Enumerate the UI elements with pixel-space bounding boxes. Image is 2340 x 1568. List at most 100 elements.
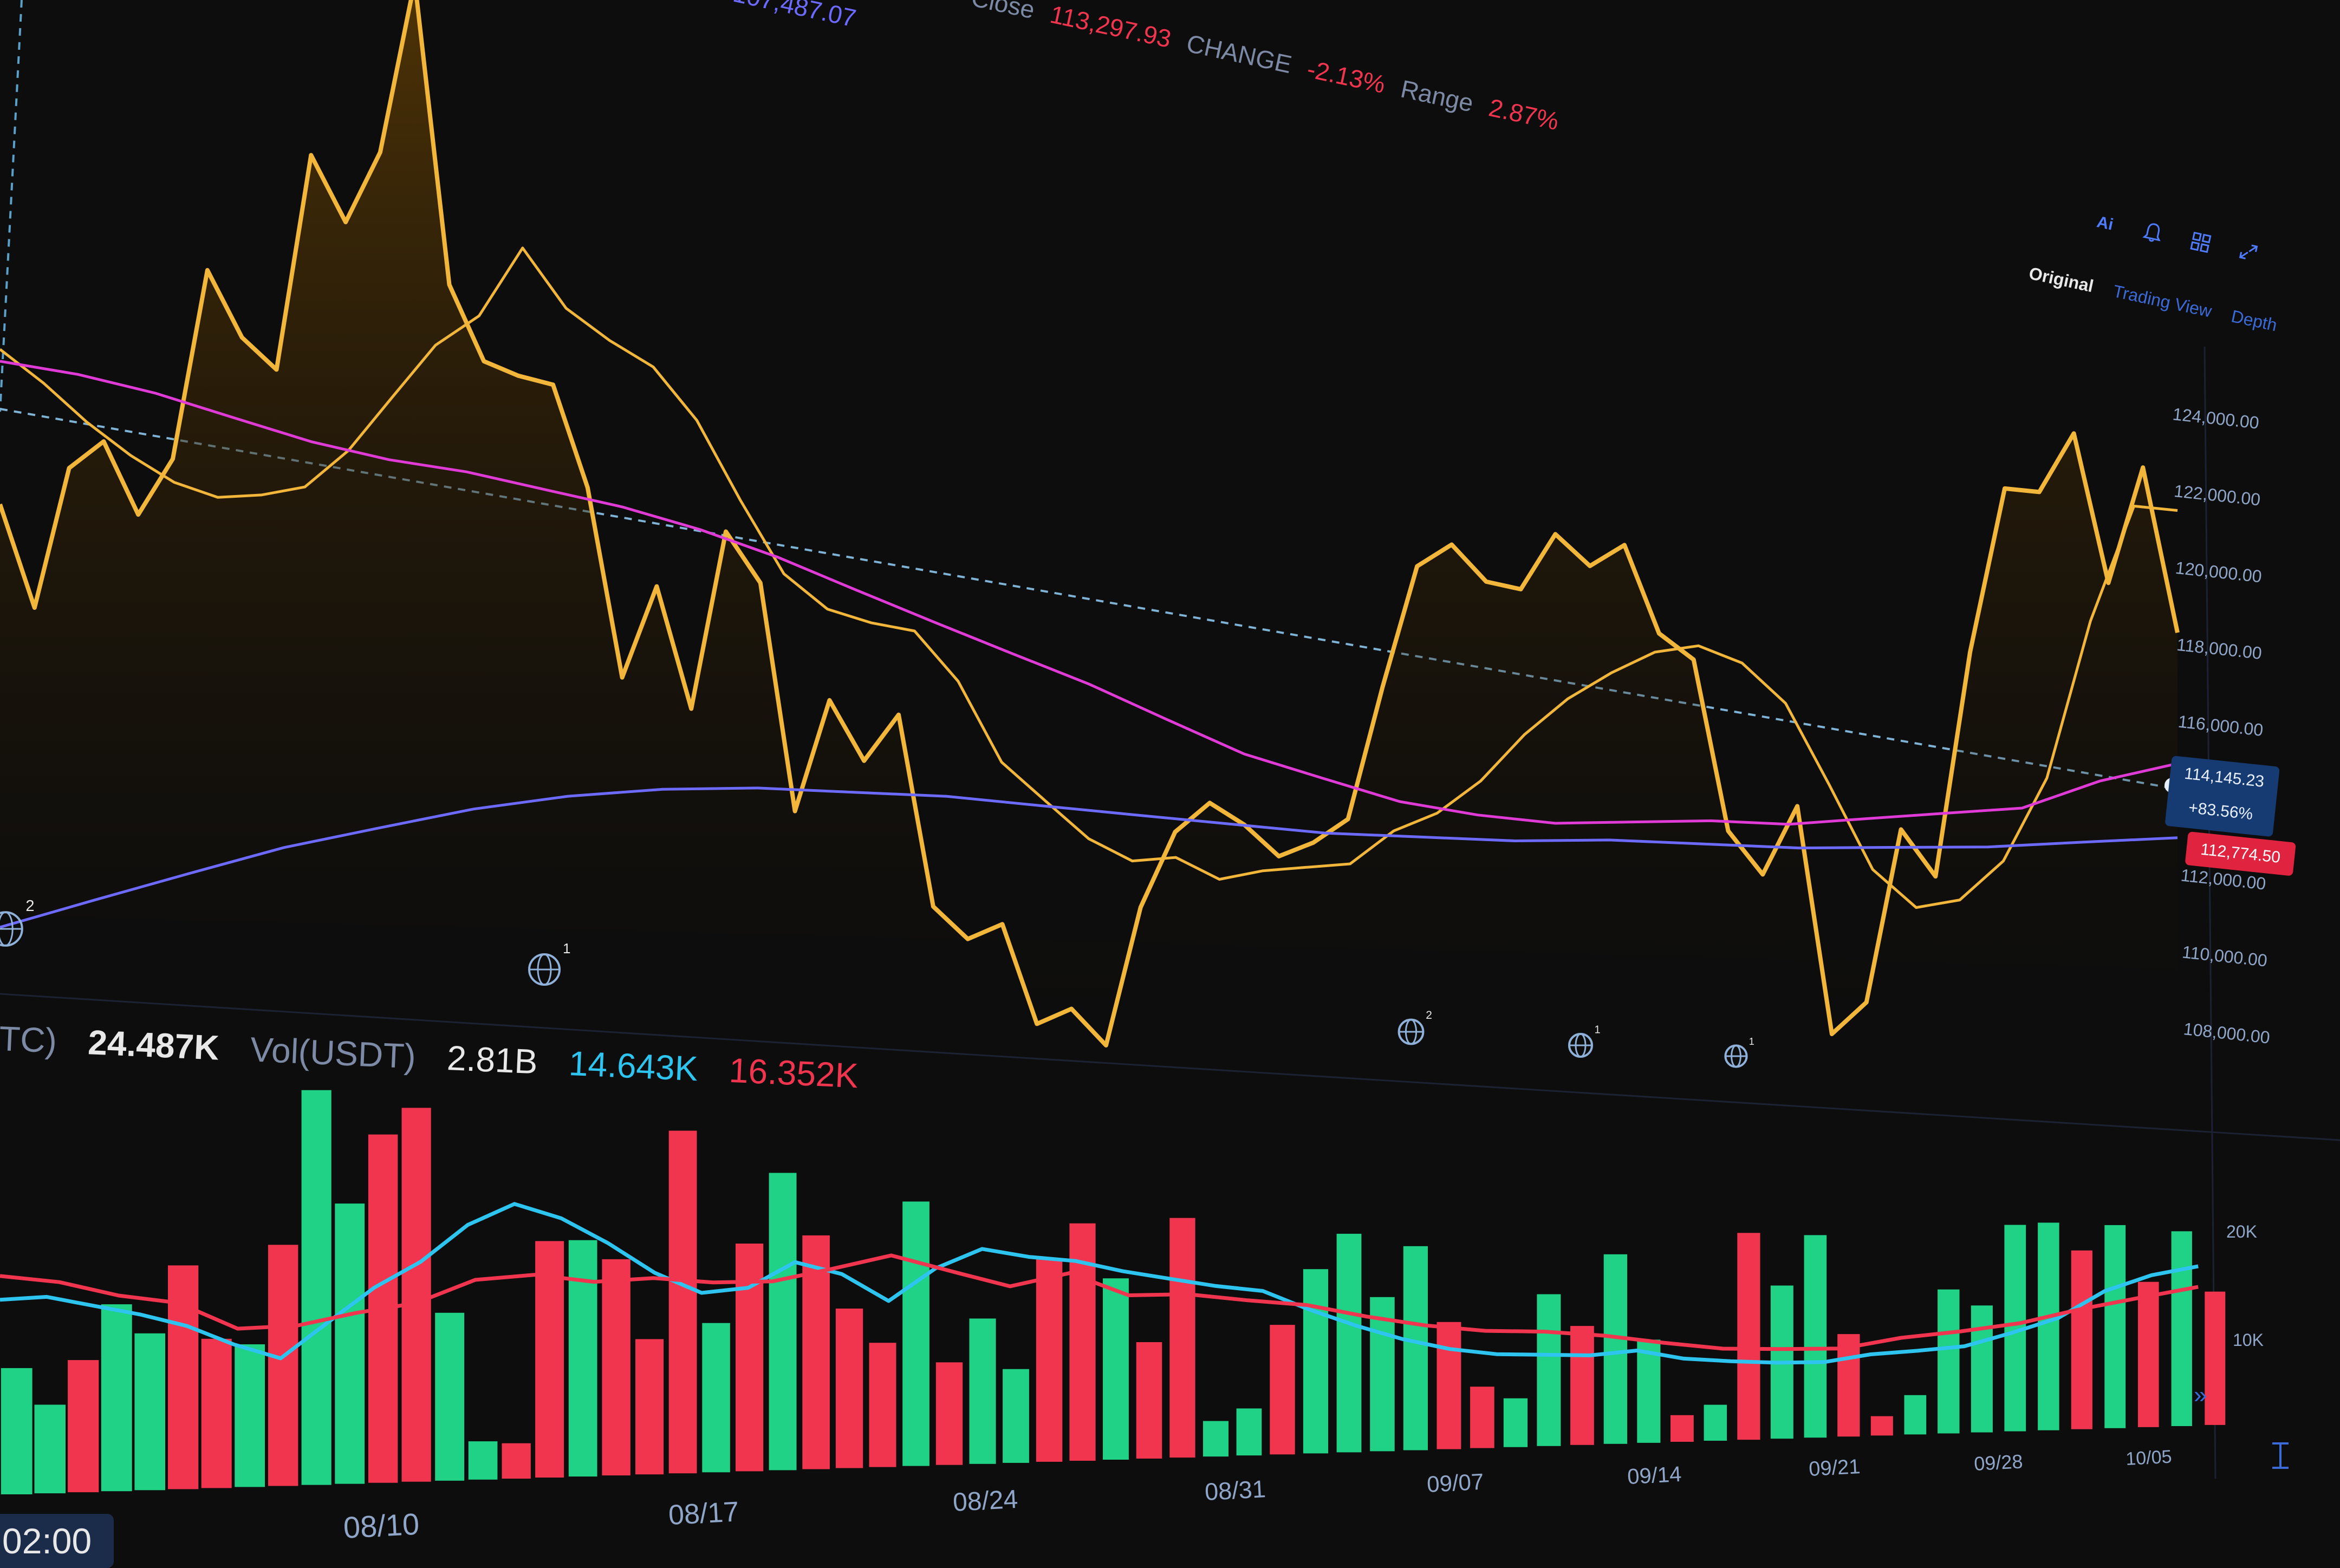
volume-bar [1938, 1289, 1960, 1434]
price-axis-tick: 110,000.00 [2181, 942, 2268, 970]
current-price-box[interactable]: 114,145.23 +83.56% [2164, 756, 2280, 837]
volume-bar [134, 1333, 165, 1491]
volume-bar [168, 1265, 199, 1489]
price-axis-tick: 120,000.00 [2174, 558, 2263, 587]
event-count: 1 [1595, 1024, 1601, 1036]
volume-bar [2138, 1281, 2159, 1427]
date-axis-tick: 09/07 [1426, 1469, 1484, 1497]
volume-bar [1, 1368, 32, 1494]
volume-bar [2171, 1231, 2192, 1426]
volume-bar [1804, 1235, 1827, 1438]
volume-bar [301, 1090, 332, 1485]
globe-icon[interactable]: 1 [1568, 1024, 1601, 1058]
volume-bar [835, 1309, 863, 1468]
volume-bar [702, 1323, 730, 1473]
date-axis-tick: 09/14 [1627, 1462, 1682, 1489]
price-axis-tick: 124,000.00 [2172, 404, 2260, 433]
volume-bar [1303, 1269, 1328, 1454]
volume-bar [1336, 1233, 1362, 1453]
date-axis-tick: 08/17 [668, 1496, 740, 1531]
volume-bar [201, 1338, 232, 1488]
volume-bar [1003, 1369, 1029, 1463]
volume-bar [401, 1108, 431, 1482]
ai-icon[interactable]: Ai [2091, 210, 2118, 237]
volume-bar [568, 1240, 597, 1477]
volume-bar [2104, 1225, 2126, 1428]
volume-bar [1737, 1233, 1760, 1440]
volume-bar [268, 1245, 298, 1486]
volume-bar [2071, 1250, 2092, 1429]
volume-bar [902, 1201, 929, 1466]
globe-icon[interactable]: 2 [1398, 1009, 1432, 1045]
volume-bar [736, 1244, 764, 1472]
volume-bar [68, 1360, 99, 1493]
expand-icon[interactable] [2234, 240, 2261, 268]
volume-bar [101, 1304, 132, 1492]
volume-ma1-value: 14.643K [568, 1043, 699, 1089]
price-area [0, 0, 2178, 1045]
price-axis-tick: 122,000.00 [2173, 481, 2261, 510]
volume-bar [602, 1259, 630, 1476]
volume-bar [869, 1343, 896, 1467]
date-axis-tick: 09/28 [1973, 1450, 2023, 1475]
price-volume-chart[interactable]: 124,000.00 122,000.00 120,000.00 118,000.00… [0, 0, 2340, 1560]
volume-axis-tick: 20K [2226, 1222, 2257, 1241]
volume-base-value: 24.487K [87, 1023, 220, 1068]
volume-bar [1436, 1322, 1461, 1449]
volume-bar [935, 1362, 963, 1465]
volume-bar [1270, 1325, 1295, 1455]
globe-icon[interactable]: 1 [528, 940, 570, 986]
volume-bar [435, 1312, 465, 1481]
volume-bar [1870, 1416, 1893, 1436]
price-axis-tick: 108,000.00 [2182, 1019, 2271, 1047]
volume-bar [1704, 1404, 1727, 1441]
price-axis-tick: 116,000.00 [2177, 712, 2264, 740]
volume-axis-tick: 10K [2233, 1330, 2264, 1350]
volume-bar [969, 1318, 996, 1464]
volume-quote-label: Vol(USDT) [249, 1030, 417, 1076]
volume-bar [1203, 1421, 1228, 1457]
volume-ma2-value: 16.352K [728, 1050, 859, 1096]
volume-bar [1169, 1218, 1195, 1458]
volume-bar [1603, 1254, 1628, 1444]
layout-grid-icon[interactable] [2187, 230, 2214, 257]
event-count: 2 [25, 897, 34, 915]
volume-bar [468, 1441, 498, 1480]
globe-icon[interactable]: 1 [1724, 1036, 1754, 1068]
date-axis-tick: 08/10 [342, 1507, 420, 1545]
event-count: 1 [563, 940, 570, 957]
volume-bar [34, 1404, 66, 1494]
volume-bar [1136, 1342, 1162, 1459]
crosshair-vertical [0, 0, 23, 412]
volume-bar [1470, 1387, 1494, 1448]
date-axis-tick: 10/05 [2125, 1447, 2172, 1469]
axis-scale-icon[interactable] [2272, 1442, 2289, 1469]
volume-bar [1904, 1395, 1927, 1435]
volume-bar [2205, 1291, 2226, 1425]
volume-bar [1236, 1408, 1262, 1456]
date-axis-tick: 08/31 [1204, 1475, 1266, 1506]
volume-bar [1503, 1398, 1528, 1447]
volume-bar [235, 1344, 265, 1487]
volume-bar [1103, 1278, 1129, 1460]
volume-bar [1537, 1294, 1561, 1446]
volume-quote-value: 2.81B [446, 1038, 539, 1082]
price-axis-tick: 118,000.00 [2176, 635, 2263, 663]
date-axis-tick: 08/24 [952, 1485, 1019, 1517]
volume-bar [668, 1130, 697, 1474]
volume-bar [335, 1203, 365, 1484]
volume-base-label: TC) [0, 1018, 58, 1060]
event-count: 2 [1426, 1009, 1432, 1022]
volume-bar [1570, 1326, 1594, 1445]
price-area-fill [0, 0, 2178, 1045]
collapse-chevron-icon[interactable]: » [2194, 1382, 2207, 1408]
volume-bar [1403, 1246, 1428, 1450]
volume-bars [1, 1090, 2226, 1494]
bell-icon[interactable] [2139, 220, 2166, 248]
event-count: 1 [1749, 1036, 1754, 1047]
volume-bar [1670, 1415, 1694, 1442]
date-axis-tick: 09/21 [1808, 1455, 1861, 1481]
volume-bar [1036, 1258, 1063, 1462]
volume-bar [2038, 1222, 2059, 1430]
volume-bar [769, 1173, 797, 1471]
